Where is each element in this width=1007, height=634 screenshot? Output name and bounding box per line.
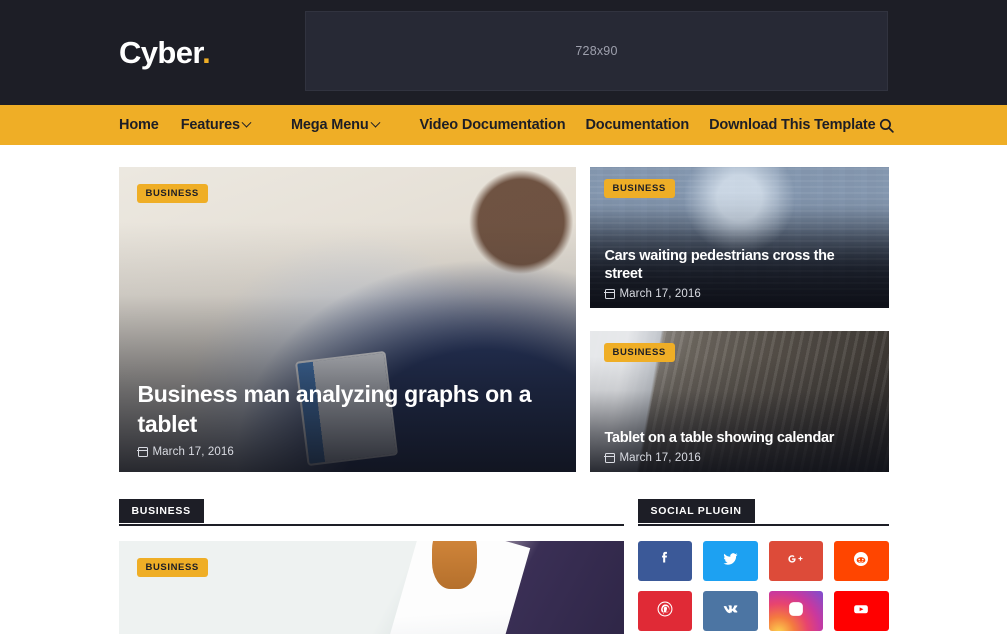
article-date: March 17, 2016	[604, 288, 874, 300]
nav-item-download-this-template[interactable]: Download This Template	[709, 117, 876, 133]
calendar-icon	[604, 289, 615, 299]
article-text: Business man analyzing graphs on a table…	[137, 380, 557, 458]
article-title[interactable]: Tablet on a table showing calendar	[605, 429, 874, 448]
youtube-icon	[849, 597, 873, 626]
chevron-down-icon	[370, 117, 380, 128]
section-row: BUSINESS BUSINESS SOCIAL PLUGIN	[118, 499, 889, 634]
nav-item-label: Mega Menu	[290, 117, 369, 133]
vk-icon	[718, 597, 742, 626]
pinterest-icon	[655, 599, 675, 624]
nav-item-documentation[interactable]: Documentation	[585, 117, 689, 133]
facebook-icon	[655, 549, 674, 573]
side-article-card[interactable]: BUSINESS Tablet on a table showing calen…	[589, 331, 889, 472]
logo-text: Cyber	[119, 35, 203, 70]
social-buttons-grid	[637, 541, 889, 631]
article-title[interactable]: Business man analyzing graphs on a table…	[138, 380, 557, 439]
main-navigation: Home Features Mega Menu Video Documentat…	[0, 105, 1007, 145]
side-article-card[interactable]: BUSINESS Cars waiting pedestrians cross …	[589, 167, 889, 308]
reddit-icon	[851, 549, 871, 574]
business-section: BUSINESS BUSINESS	[118, 499, 624, 634]
social-button-googleplus[interactable]	[768, 541, 823, 581]
site-header: Cyber. 728x90	[0, 0, 1007, 105]
nav-item-home[interactable]: Home	[119, 117, 159, 133]
social-button-vk[interactable]	[703, 591, 758, 631]
article-date: March 17, 2016	[604, 452, 874, 464]
category-badge[interactable]: BUSINESS	[136, 184, 208, 203]
social-section-header: SOCIAL PLUGIN	[637, 499, 889, 526]
article-date: March 17, 2016	[137, 446, 557, 458]
nav-list: Home Features Mega Menu Video Documentat…	[119, 117, 896, 133]
nav-item-mega-menu[interactable]: Mega Menu	[291, 117, 400, 133]
instagram-icon	[786, 599, 806, 624]
social-button-reddit[interactable]	[834, 541, 889, 581]
calendar-icon	[137, 447, 148, 457]
google-plus-icon	[785, 548, 807, 575]
section-tab-business[interactable]: BUSINESS	[118, 499, 204, 523]
nav-item-label: Home	[119, 117, 159, 133]
business-section-header: BUSINESS	[118, 499, 624, 526]
nav-item-label: Download This Template	[709, 117, 876, 133]
nav-item-label: Video Documentation	[419, 117, 566, 133]
social-button-twitter[interactable]	[703, 541, 758, 581]
social-button-pinterest[interactable]	[637, 591, 692, 631]
nav-item-video-documentation[interactable]: Video Documentation	[420, 117, 566, 133]
section-tab-social-plugin[interactable]: SOCIAL PLUGIN	[637, 499, 755, 523]
category-badge[interactable]: BUSINESS	[603, 343, 675, 362]
nav-item-label: Documentation	[585, 117, 690, 133]
article-date-text: March 17, 2016	[619, 452, 701, 464]
nav-item-label: Features	[180, 117, 240, 133]
search-icon[interactable]	[875, 114, 897, 136]
article-image	[118, 541, 624, 634]
social-button-instagram[interactable]	[768, 591, 823, 631]
social-button-facebook[interactable]	[637, 541, 692, 581]
hero-row: BUSINESS Business man analyzing graphs o…	[118, 167, 889, 472]
featured-article-card[interactable]: BUSINESS Business man analyzing graphs o…	[118, 167, 576, 472]
business-post-card[interactable]: BUSINESS	[118, 541, 624, 634]
site-logo[interactable]: Cyber.	[119, 35, 211, 70]
social-button-youtube[interactable]	[834, 591, 889, 631]
category-badge[interactable]: BUSINESS	[136, 558, 208, 577]
chevron-down-icon	[241, 117, 252, 128]
ad-banner-label: 728x90	[575, 44, 618, 58]
article-title[interactable]: Cars waiting pedestrians cross the stree…	[605, 247, 874, 284]
twitter-icon	[720, 548, 741, 574]
article-text: Cars waiting pedestrians cross the stree…	[604, 247, 874, 300]
page-content: BUSINESS Business man analyzing graphs o…	[118, 145, 889, 634]
article-date-text: March 17, 2016	[619, 288, 701, 300]
article-date-text: March 17, 2016	[152, 446, 234, 458]
side-article-column: BUSINESS Cars waiting pedestrians cross …	[589, 167, 889, 472]
social-plugin-section: SOCIAL PLUGIN	[637, 499, 889, 634]
calendar-icon	[604, 453, 615, 463]
ad-banner-placeholder[interactable]: 728x90	[305, 11, 888, 91]
logo-dot: .	[202, 35, 211, 70]
category-badge[interactable]: BUSINESS	[603, 179, 675, 198]
article-text: Tablet on a table showing calendar March…	[604, 429, 874, 464]
nav-item-features[interactable]: Features	[181, 117, 271, 133]
